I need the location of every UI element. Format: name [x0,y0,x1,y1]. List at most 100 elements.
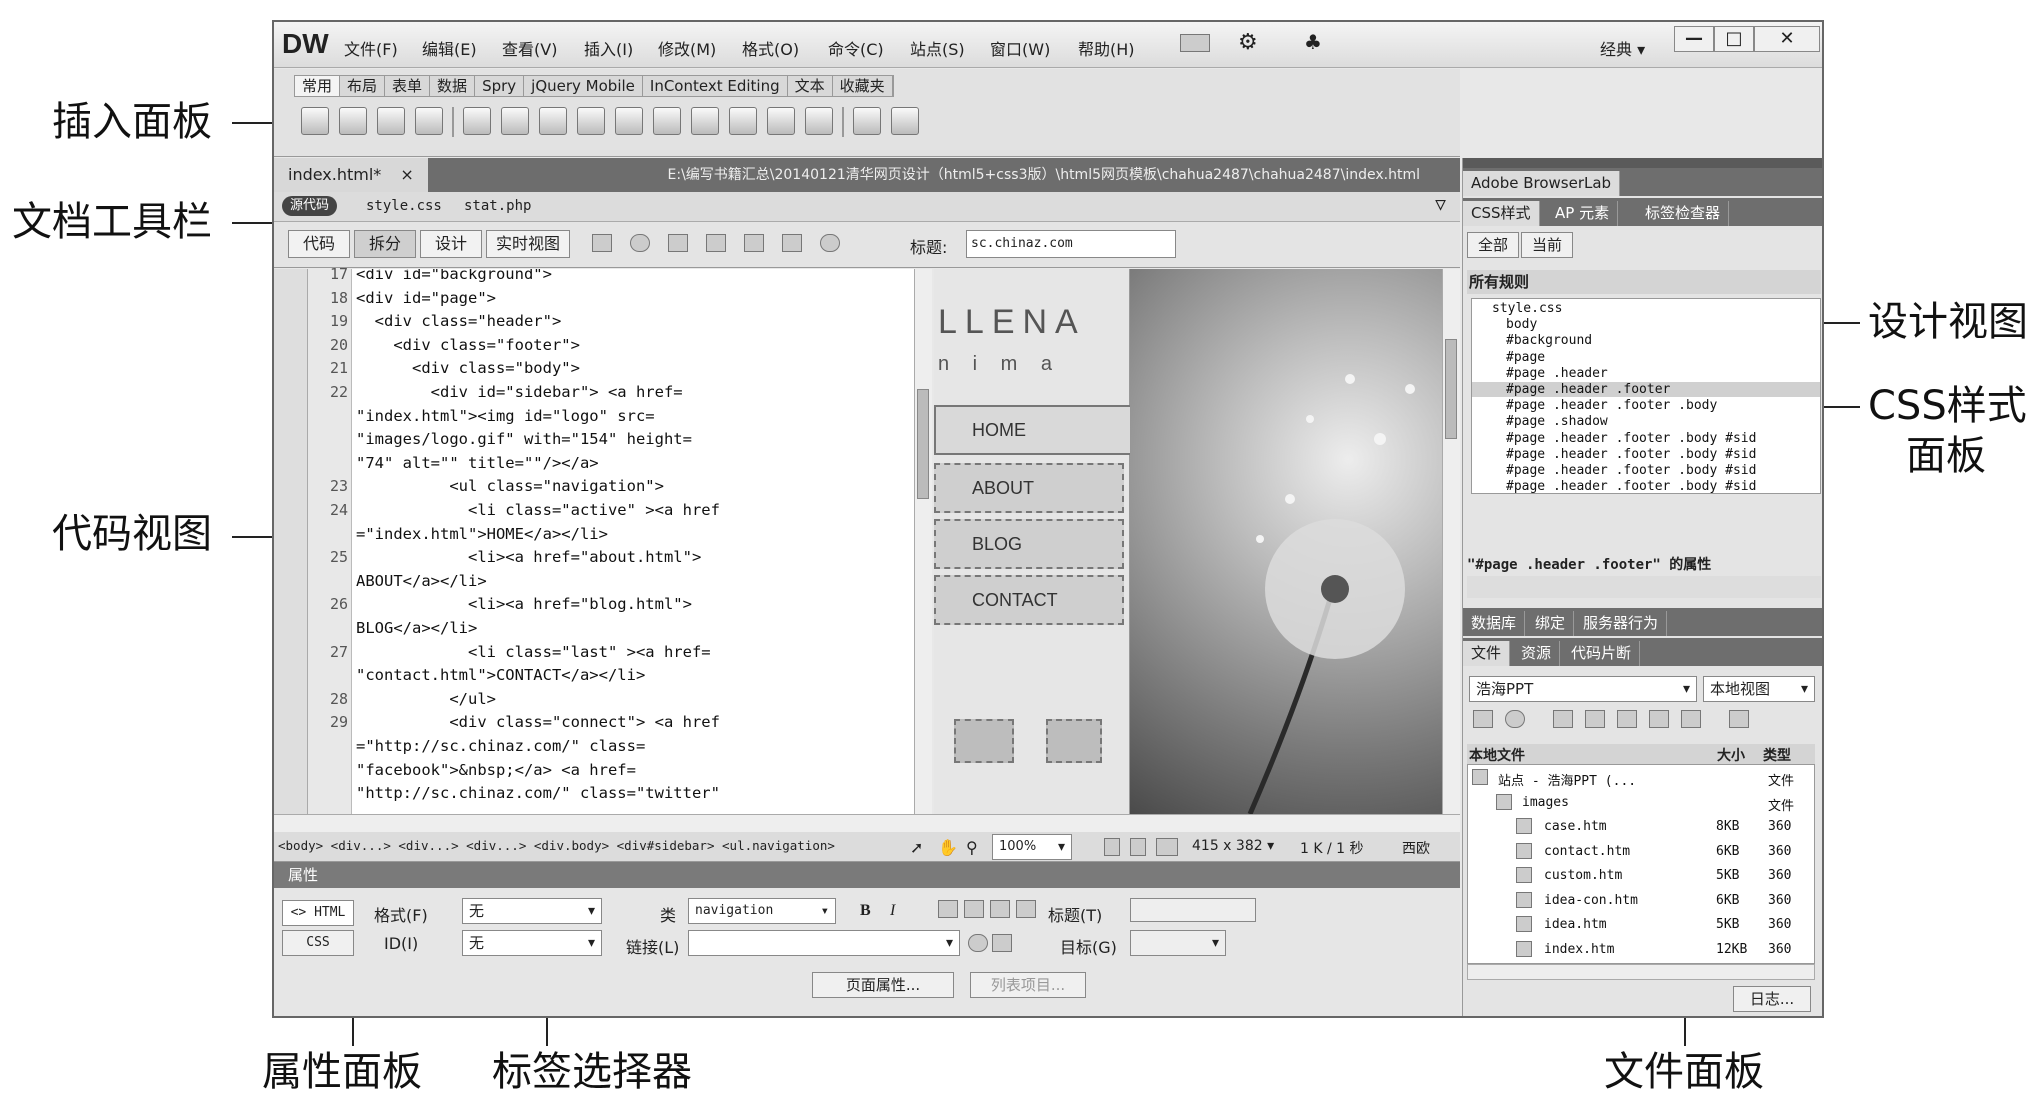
css-rule-item[interactable]: #page [1506,350,1545,365]
code-line[interactable]: <li><a href="about.html"> [356,548,701,566]
code-line[interactable]: <div id="background"> [356,269,552,283]
target-select[interactable] [1130,930,1226,956]
multiscreen-icon[interactable] [592,234,612,252]
zoom-select[interactable]: 100% [992,834,1072,860]
code-line[interactable]: "images/logo.gif" with="154" height= [356,430,692,448]
insert-tab-text[interactable]: 文本 [787,76,833,96]
format-select[interactable]: 无 [462,898,602,924]
site-select[interactable]: 浩海PPT [1469,676,1697,702]
split-view-button[interactable]: 拆分 [354,230,416,258]
live-view-button[interactable]: 实时视图 [486,230,570,258]
insert-tab-common[interactable]: 常用 [295,76,341,96]
css-rule-item[interactable]: #page .header .footer .body #sid [1506,463,1756,478]
code-scroll-thumb[interactable] [917,389,929,499]
put-files-icon[interactable] [1585,710,1605,728]
css-rule-item[interactable]: body [1506,317,1537,332]
file-row[interactable]: idea.htm 5KB 360 [1468,914,1814,936]
browserlab-tab[interactable]: Adobe BrowserLab [1463,171,1621,196]
indent-icon[interactable] [1016,900,1036,918]
code-line[interactable]: ="http://sc.chinaz.com/" class= [356,737,645,755]
menu-help[interactable]: 帮助(H) [1078,36,1135,60]
code-line[interactable]: "index.html"><img id="logo" src= [356,407,655,425]
insert-tab-layout[interactable]: 布局 [340,76,386,96]
menu-format[interactable]: 格式(O) [742,36,799,60]
layout-icon[interactable] [1180,34,1210,52]
code-line[interactable]: <ul class="navigation"> [356,477,664,495]
email-link-icon[interactable] [339,107,367,135]
css-rule-item[interactable]: #background [1506,333,1592,348]
code-scrollbar[interactable] [914,269,932,814]
menu-site[interactable]: 站点(S) [910,36,965,60]
file-row[interactable]: contact.htm 6KB 360 [1468,841,1814,863]
page-properties-button[interactable]: 页面属性... [812,972,954,998]
design-view-button[interactable]: 设计 [420,230,482,258]
menu-view[interactable]: 查看(V) [502,36,557,60]
files-tab[interactable]: 文件 [1463,641,1511,666]
current-button[interactable]: 当前 [1521,232,1573,258]
code-line[interactable]: <li><a href="blog.html"> [356,595,692,613]
code-line[interactable]: <div id="sidebar"> <a href= [356,383,683,401]
file-row[interactable]: 站点 - 浩海PPT (... 文件 [1468,767,1814,789]
css-rule-item[interactable]: #page .header .footer .body #sid [1506,447,1756,462]
log-button[interactable]: 日志... [1733,986,1811,1012]
col-local-files[interactable]: 本地文件 [1469,745,1525,765]
nav-about[interactable]: ABOUT [934,463,1124,513]
file-row[interactable]: case.htm 8KB 360 [1468,816,1814,838]
maximize-button[interactable]: □ [1714,26,1754,52]
files-hscroll[interactable] [1467,964,1815,980]
file-management-icon[interactable] [668,234,688,252]
anchor-icon[interactable] [377,107,405,135]
css-rule-item[interactable]: #page .header .footer .body #sid [1506,479,1756,493]
css-rule-item[interactable]: style.css [1492,301,1562,316]
minimize-button[interactable]: — [1674,26,1714,52]
bold-button[interactable]: B [860,902,871,920]
outdent-icon[interactable] [990,900,1010,918]
source-code-button[interactable]: 源代码 [282,196,338,216]
code-line[interactable]: <li class="active" ><a href [356,501,720,519]
snippets-tab[interactable]: 代码片断 [1563,641,1641,666]
insert-tab-data[interactable]: 数据 [430,76,476,96]
code-line[interactable]: "http://sc.chinaz.com/" class="twitter" [356,784,720,802]
design-scroll-thumb[interactable] [1445,339,1457,439]
bindings-tab[interactable]: 绑定 [1527,611,1575,636]
menu-insert[interactable]: 插入(I) [584,36,633,60]
file-row[interactable]: custom.htm 5KB 360 [1468,865,1814,887]
file-row[interactable]: idea-con.htm 6KB 360 [1468,890,1814,912]
menu-window[interactable]: 窗口(W) [990,36,1050,60]
close-tab-icon[interactable]: × [400,165,413,184]
visual-aids-icon[interactable] [744,234,764,252]
id-select[interactable]: 无 [462,930,602,956]
insert-tab-forms[interactable]: 表单 [385,76,431,96]
code-line[interactable]: "facebook">&nbsp;</a> <a href= [356,761,636,779]
refresh-icon[interactable] [820,234,840,252]
css-rule-item[interactable]: #page .header .footer [1472,382,1820,397]
css-rule-item[interactable]: #page .header [1506,366,1608,381]
sync-icon[interactable] [1681,710,1701,728]
insert-tab-incontext[interactable]: InContext Editing [642,76,788,96]
view-select[interactable]: 本地视图 [1703,676,1815,702]
italic-button[interactable]: I [890,902,895,920]
zoom-tool-icon[interactable]: ⚲ [966,838,978,857]
menu-commands[interactable]: 命令(C) [828,36,884,60]
tag-selector[interactable]: <body> <div...> <div...> <div...> <div.b… [278,838,835,853]
browse-folder-icon[interactable] [992,934,1012,952]
media-icon[interactable] [577,107,605,135]
related-file-css[interactable]: style.css [366,198,442,214]
checkout-icon[interactable] [1617,710,1637,728]
comment-icon[interactable] [729,107,757,135]
script-icon[interactable] [805,107,833,135]
title-input[interactable]: sc.chinaz.com [966,230,1176,258]
code-line[interactable]: <div class="header"> [356,312,562,330]
server-behaviors-tab[interactable]: 服务器行为 [1575,611,1668,636]
menu-modify[interactable]: 修改(M) [658,36,716,60]
html-mode-button[interactable]: <> HTML [282,900,354,926]
code-line[interactable]: <li class="last" ><a href= [356,643,711,661]
design-view[interactable]: LLENA n i m a HOME ABOUT BLOG CONTACT [934,269,1442,814]
desktop-size-icon[interactable] [1156,838,1178,856]
hyperlink-icon[interactable] [301,107,329,135]
col-size[interactable]: 大小 [1717,745,1745,765]
vimeo-icon[interactable] [1046,719,1102,763]
code-line[interactable]: ABOUT</a></li> [356,572,487,590]
hr-icon[interactable] [415,107,443,135]
filter-icon[interactable]: ▽ [1435,194,1446,215]
